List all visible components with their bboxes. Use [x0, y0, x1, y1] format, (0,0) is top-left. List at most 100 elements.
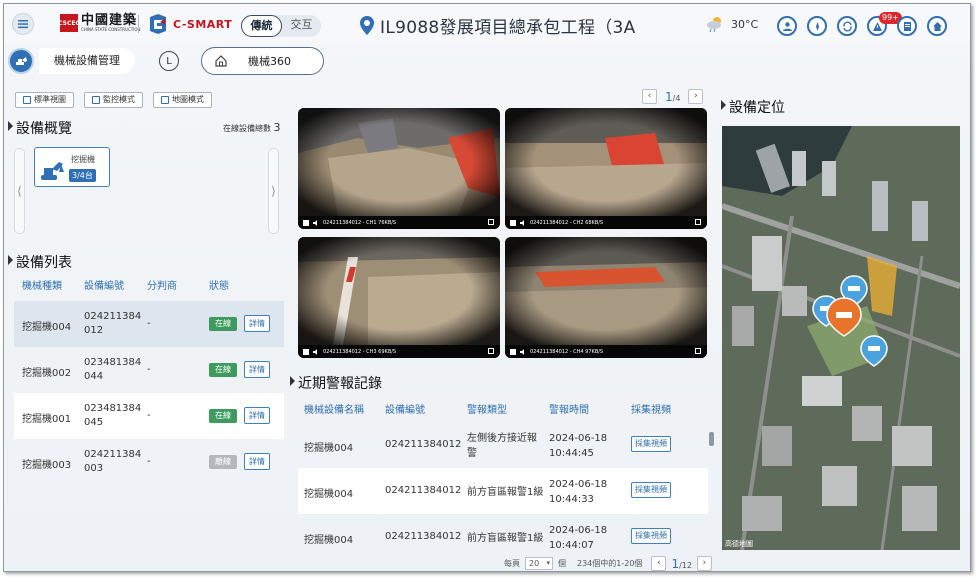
alarm-pager: 每頁 20 個 234個中的1-20個 ‹ 1/12 › [504, 556, 712, 571]
alarm-scrollbar-thumb[interactable] [709, 432, 714, 446]
fullscreen-icon[interactable] [695, 348, 701, 354]
user-icon [782, 21, 792, 31]
camera-control-bar: 024211384012 - CH1 76KB/S [298, 216, 500, 229]
detail-button[interactable]: 詳情 [244, 453, 270, 470]
alerts-button[interactable]: 99+ [867, 12, 902, 36]
alarm-row[interactable]: 挖掘機004 024211384012 左側後方接近報警 2024-06-18 1… [298, 422, 708, 468]
overview-title: 設備概覽 [8, 118, 72, 138]
camera-feed[interactable]: 024211384012 - CH4 97KB/S [505, 237, 707, 358]
home-icon [932, 21, 942, 31]
detail-button[interactable]: 詳情 [244, 361, 270, 378]
status-badge: 在線 [209, 363, 237, 377]
capture-video-button[interactable]: 採集視頻 [631, 436, 671, 452]
equipment-id: 024211384 012 [84, 310, 144, 338]
stop-icon[interactable] [303, 348, 309, 355]
map-credit: 高德地圖 [725, 540, 753, 548]
carousel-next-button[interactable]: ⟩ [268, 148, 279, 234]
product-name: C-SMART [173, 17, 233, 31]
clock-tab[interactable]: L [159, 51, 179, 71]
camera-control-bar: 024211384012 - CH4 97KB/S [505, 345, 707, 358]
equipment-list-title: 設備列表 [8, 252, 72, 272]
camera-prev-page-button[interactable]: ‹ [642, 89, 657, 104]
alarm-records-title: 近期警報記錄 [290, 373, 382, 393]
csmart-icon [150, 14, 166, 34]
table-row[interactable]: 挖掘機001 023481384 045 - 在線 詳情 [14, 393, 284, 439]
cscec-logo-mark: CSCEC [58, 14, 80, 32]
fullscreen-icon[interactable] [695, 219, 701, 225]
camera-frame-image [505, 237, 707, 345]
alarm-time: 2024-06-18 10:44:33 [549, 477, 607, 507]
equipment-type-card[interactable]: 挖掘機 3/4台 [34, 147, 110, 187]
column-id: 設備編號 [84, 281, 124, 292]
equipment-id: 024211384 003 [84, 448, 144, 476]
alarm-type-line1: 前方盲區報警1級 [467, 487, 544, 498]
camera-feed[interactable]: 024211384012 - CH3 69KB/S [298, 237, 500, 358]
speaker-icon[interactable] [520, 219, 526, 226]
camera-caption: 024211384012 - CH4 97KB/S [530, 348, 604, 355]
equipment-type: 挖掘機002 [22, 368, 72, 379]
logo-chinese-name: 中國建築 [81, 12, 138, 28]
module-icon[interactable] [8, 48, 34, 74]
map-mode-button[interactable]: 地圖模式 [153, 92, 212, 108]
table-row[interactable]: 挖掘機003 024211384 003 - 離線 詳情 [14, 439, 284, 485]
alarm-type-line1: 左側後方接近報 [467, 433, 537, 444]
fullscreen-icon[interactable] [488, 348, 494, 354]
alarm-equipment-name: 挖掘機004 [304, 489, 354, 500]
temperature: 30°C [731, 17, 759, 31]
alarm-row[interactable]: 挖掘機004 024211384012 前方盲區報警1級 2024-06-18 1… [298, 468, 708, 514]
detail-button[interactable]: 詳情 [244, 407, 270, 424]
user-button[interactable] [777, 16, 797, 36]
table-row[interactable]: 挖掘機002 023481384 044 - 在線 詳情 [14, 347, 284, 393]
stop-icon[interactable] [510, 348, 516, 355]
alarm-page-indicator: 1/12 [671, 557, 692, 571]
alarm-prev-page-button[interactable]: ‹ [651, 556, 667, 571]
alarm-next-page-button[interactable]: › [696, 556, 712, 571]
monitor-mode-button[interactable]: 監控模式 [84, 92, 143, 108]
capture-video-button[interactable]: 採集視頻 [631, 528, 671, 544]
document-button[interactable] [897, 16, 917, 36]
stop-icon[interactable] [303, 219, 309, 226]
satellite-map-image [722, 126, 960, 550]
tab-label: 機械360 [248, 55, 291, 68]
fullscreen-icon[interactable] [488, 219, 494, 225]
compass-button[interactable] [807, 16, 827, 36]
refresh-button[interactable] [837, 16, 857, 36]
speaker-icon[interactable] [520, 348, 526, 355]
camera-page-current: 1 [665, 89, 673, 104]
standard-view-button[interactable]: 標準視圖 [15, 92, 74, 108]
camera-caption: 024211384012 - CH1 76KB/S [323, 219, 397, 226]
alarm-scrollbar[interactable] [708, 430, 714, 546]
camera-feed[interactable]: 024211384012 - CH1 76KB/S [298, 108, 500, 229]
camera-next-page-button[interactable]: › [688, 89, 704, 104]
home-button[interactable] [927, 16, 947, 36]
map-mode-icon [161, 96, 169, 104]
detail-button[interactable]: 詳情 [244, 315, 270, 332]
online-total-value: 3 [273, 121, 281, 134]
menu-button[interactable] [12, 13, 34, 35]
per-page-label: 每頁 [504, 559, 520, 568]
mode-toggle[interactable]: 傳統 交互 [241, 15, 321, 37]
column-subcontractor: 分判商 [147, 281, 177, 292]
equipment-id-line2: 003 [84, 463, 104, 474]
carousel-prev-button[interactable]: ⟨ [14, 148, 25, 234]
satellite-map[interactable] [722, 126, 960, 550]
speaker-icon[interactable] [313, 348, 319, 355]
alarm-row[interactable]: 挖掘機004 024211384012 前方盲區報警1級 2024-06-18 1… [298, 514, 708, 560]
project-title[interactable]: IL9088發展項目總承包工程（3A [360, 13, 636, 38]
tab-machinery-360[interactable]: 機械360 [201, 47, 324, 75]
standard-view-label: 標準視圖 [34, 95, 66, 104]
camera-page-total: /4 [672, 93, 681, 103]
equipment-id: 023481384 045 [84, 402, 144, 430]
per-page-select[interactable]: 20 [525, 557, 553, 570]
capture-video-button[interactable]: 採集視頻 [631, 482, 671, 498]
alarm-type: 左側後方接近報警 [467, 431, 545, 461]
speaker-icon[interactable] [313, 219, 319, 226]
alarm-equipment-id: 024211384012 [385, 485, 462, 496]
camera-feed[interactable]: 024211384012 - CH2 68KB/S [505, 108, 707, 229]
equipment-type: 挖掘機003 [22, 460, 72, 471]
camera-caption: 024211384012 - CH2 68KB/S [530, 219, 604, 226]
mode-traditional[interactable]: 傳統 [241, 15, 282, 37]
stop-icon[interactable] [510, 219, 516, 226]
table-row[interactable]: 挖掘機004 024211384 012 - 在線 詳情 [14, 301, 284, 347]
mode-interactive[interactable]: 交互 [282, 15, 321, 37]
